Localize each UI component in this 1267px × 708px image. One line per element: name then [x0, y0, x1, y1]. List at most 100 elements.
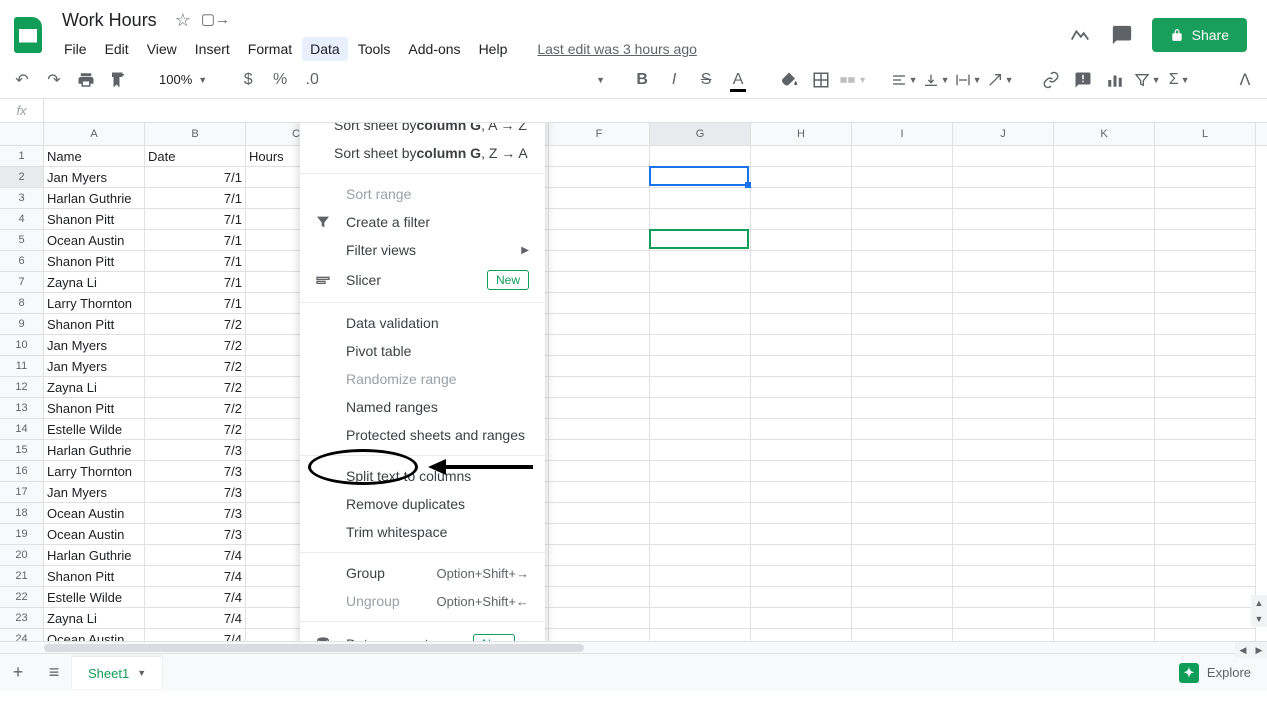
collapse-toolbar-button[interactable]: ᐱ	[1231, 66, 1259, 94]
cell[interactable]	[1155, 335, 1256, 356]
cell[interactable]	[1054, 566, 1155, 587]
col-header-F[interactable]: F	[549, 123, 650, 145]
cell[interactable]	[751, 524, 852, 545]
menu-trim[interactable]: Trim whitespace	[300, 518, 545, 546]
cell[interactable]	[1054, 377, 1155, 398]
cell[interactable]: 7/2	[145, 335, 246, 356]
cell[interactable]: Zayna Li	[44, 272, 145, 293]
cell[interactable]	[953, 545, 1054, 566]
percent-button[interactable]: %	[266, 66, 294, 94]
cell[interactable]	[1054, 146, 1155, 167]
row-header[interactable]: 21	[0, 566, 44, 587]
cell[interactable]	[852, 335, 953, 356]
paint-format-button[interactable]	[104, 66, 132, 94]
cell[interactable]	[852, 293, 953, 314]
redo-button[interactable]: ↷	[40, 66, 68, 94]
cell[interactable]	[852, 587, 953, 608]
cell[interactable]	[953, 188, 1054, 209]
menu-tools[interactable]: Tools	[350, 37, 399, 61]
cell[interactable]	[549, 188, 650, 209]
cell[interactable]	[650, 419, 751, 440]
cell[interactable]: Ocean Austin	[44, 524, 145, 545]
cell[interactable]	[953, 608, 1054, 629]
cell[interactable]: 7/3	[145, 482, 246, 503]
cell[interactable]	[751, 629, 852, 641]
cell[interactable]: 7/4	[145, 545, 246, 566]
cell[interactable]	[1054, 608, 1155, 629]
cell[interactable]	[852, 314, 953, 335]
cell[interactable]	[953, 272, 1054, 293]
menu-data[interactable]: Data	[302, 37, 348, 61]
cell[interactable]	[1054, 230, 1155, 251]
cell[interactable]	[751, 608, 852, 629]
cell[interactable]: Estelle Wilde	[44, 587, 145, 608]
cell[interactable]	[549, 209, 650, 230]
activity-icon[interactable]	[1068, 23, 1092, 47]
cell[interactable]	[751, 188, 852, 209]
cell[interactable]	[1155, 524, 1256, 545]
valign-button[interactable]: ▼	[922, 66, 950, 94]
sheets-logo[interactable]	[8, 15, 48, 55]
all-sheets-button[interactable]: ≡	[36, 655, 72, 691]
decimal-button[interactable]: .0	[298, 66, 326, 94]
row-header[interactable]: 9	[0, 314, 44, 335]
cell[interactable]	[1155, 251, 1256, 272]
menu-data-validation[interactable]: Data validation	[300, 309, 545, 337]
col-header-H[interactable]: H	[751, 123, 852, 145]
cell[interactable]	[1054, 629, 1155, 641]
cell[interactable]	[953, 230, 1054, 251]
cell[interactable]: 7/4	[145, 587, 246, 608]
cell[interactable]	[549, 314, 650, 335]
cell[interactable]	[751, 545, 852, 566]
undo-button[interactable]: ↶	[8, 66, 36, 94]
cell[interactable]: 7/3	[145, 503, 246, 524]
borders-button[interactable]	[807, 66, 835, 94]
cell[interactable]	[549, 482, 650, 503]
cell[interactable]	[1155, 356, 1256, 377]
cell[interactable]	[852, 251, 953, 272]
sheet-tab[interactable]: Sheet1▼	[72, 657, 162, 689]
cell[interactable]: Zayna Li	[44, 608, 145, 629]
cell[interactable]	[1054, 209, 1155, 230]
zoom-select[interactable]: 100%▼	[155, 72, 211, 87]
cell[interactable]	[1155, 587, 1256, 608]
menu-remove-duplicates[interactable]: Remove duplicates	[300, 490, 545, 518]
row-header[interactable]: 20	[0, 545, 44, 566]
cell[interactable]	[852, 566, 953, 587]
cell[interactable]: 7/1	[145, 167, 246, 188]
cell[interactable]: Shanon Pitt	[44, 398, 145, 419]
menu-named-ranges[interactable]: Named ranges	[300, 393, 545, 421]
add-sheet-button[interactable]: +	[0, 655, 36, 691]
cell[interactable]	[953, 482, 1054, 503]
cell[interactable]: 7/1	[145, 209, 246, 230]
horizontal-scrollbar[interactable]: ◀ ▶	[0, 641, 1267, 653]
cell[interactable]	[852, 209, 953, 230]
cell[interactable]: Ocean Austin	[44, 230, 145, 251]
cell[interactable]: Larry Thornton	[44, 461, 145, 482]
menu-view[interactable]: View	[139, 37, 185, 61]
cell[interactable]	[1155, 188, 1256, 209]
explore-button[interactable]: ✦Explore	[1163, 663, 1267, 683]
cell[interactable]	[549, 356, 650, 377]
cell[interactable]: Shanon Pitt	[44, 314, 145, 335]
cell[interactable]: 7/1	[145, 251, 246, 272]
cell[interactable]	[1155, 293, 1256, 314]
cell[interactable]	[953, 461, 1054, 482]
cell[interactable]: Larry Thornton	[44, 293, 145, 314]
text-color-button[interactable]: A	[724, 66, 752, 94]
cell[interactable]: 7/4	[145, 629, 246, 641]
cell[interactable]	[852, 461, 953, 482]
cell[interactable]	[549, 251, 650, 272]
cell[interactable]	[852, 230, 953, 251]
cell[interactable]	[650, 188, 751, 209]
cell[interactable]	[751, 230, 852, 251]
row-header[interactable]: 11	[0, 356, 44, 377]
cell[interactable]	[953, 209, 1054, 230]
cell[interactable]	[751, 209, 852, 230]
cell[interactable]	[1155, 419, 1256, 440]
cell[interactable]	[953, 503, 1054, 524]
menu-format[interactable]: Format	[240, 37, 300, 61]
cell[interactable]	[953, 419, 1054, 440]
cell[interactable]	[650, 377, 751, 398]
cell[interactable]	[1054, 587, 1155, 608]
